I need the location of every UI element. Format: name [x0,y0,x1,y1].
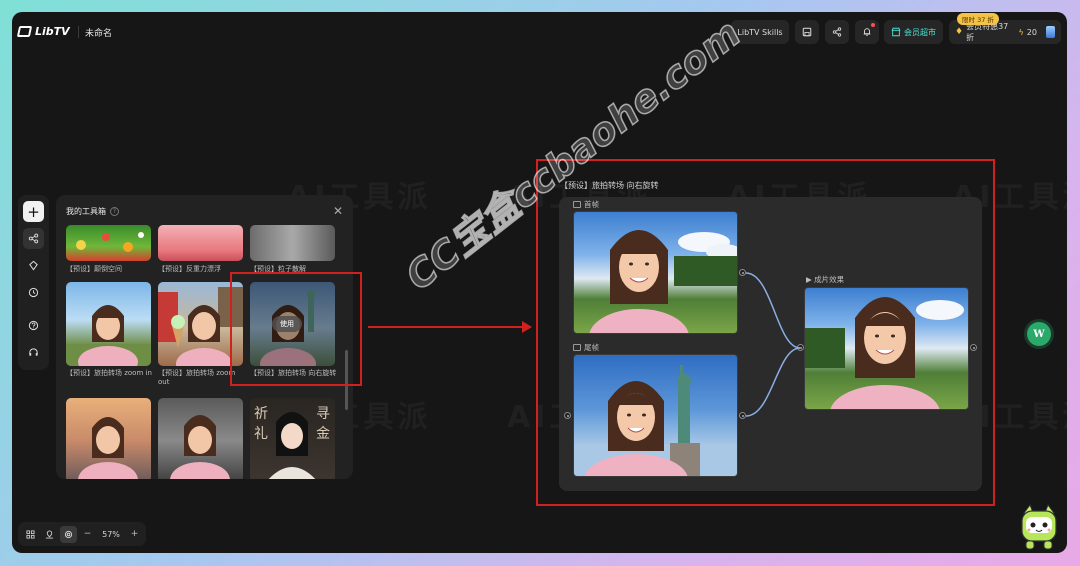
logo-icon [16,26,33,37]
history-button[interactable] [23,282,44,303]
girl-selfie-image [66,305,151,366]
header-divider [78,26,79,38]
toolbox-header: 我的工具箱 ? [66,206,119,217]
svg-text:寻: 寻 [316,406,330,422]
preset-label: 【预设】旅拍转场 zoom in [66,369,152,377]
snap-button[interactable] [60,525,77,543]
member-market-button[interactable]: 会员超市 [884,20,943,44]
save-button[interactable] [795,20,819,44]
floating-widget-button[interactable]: W [1027,322,1051,346]
fingerprint-icon [64,530,73,538]
plus-icon: + [130,529,139,539]
app-name: LibTV [35,25,70,38]
preset-thumbnail[interactable] [250,225,335,261]
add-node-button[interactable]: + [23,201,44,222]
annotation-box-canvas [536,159,995,506]
preset-label: 【预设】颠倒空间 [66,265,122,273]
save-icon [802,27,812,37]
bottom-toolbar: − 57% + [18,522,146,546]
workflow-icon [28,233,39,244]
annotation-arrow-head [522,321,532,333]
close-icon[interactable]: ✕ [333,204,343,218]
girl-car-image [170,415,230,479]
preset-thumbnail[interactable] [158,398,243,479]
preset-thumbnail[interactable] [66,398,151,479]
promo-badge: 限时 37 折 [957,13,999,25]
question-icon [28,320,39,331]
mascot-icon[interactable] [1016,503,1062,553]
bolt-icon: ϟ [1018,27,1024,37]
share-button[interactable] [825,20,849,44]
minus-icon: − [83,529,92,539]
assets-button[interactable] [23,255,44,276]
help-icon[interactable]: ? [110,207,119,216]
headset-icon [29,348,38,356]
document-title[interactable]: 未命名 [85,26,112,39]
preset-thumbnail[interactable] [66,282,151,366]
location-icon [45,529,54,539]
share-icon [832,27,842,37]
grid-icon [26,529,35,539]
annotation-box-preset [230,272,362,386]
preset-thumbnail[interactable]: 祈礼 寻金 [250,398,335,479]
zoom-in-button[interactable]: + [126,526,143,543]
woman-portrait-image: 祈礼 寻金 [254,406,330,479]
support-button[interactable] [23,342,44,363]
map-button[interactable] [41,526,58,543]
toolbox-title: 我的工具箱 [66,207,106,216]
notification-button[interactable] [855,20,879,44]
flowers-illustration [76,232,144,252]
svg-text:礼: 礼 [254,426,268,442]
workflow-button[interactable] [23,228,44,249]
credit-count: 20 [1026,27,1037,37]
left-toolbar: + [18,195,49,370]
app-logo[interactable]: LibTV [16,25,70,38]
preset-thumbnail[interactable] [158,225,243,261]
preset-thumbnail[interactable] [66,225,151,261]
shapes-icon [29,260,38,271]
gem-icon: ♦ [955,27,964,37]
help-button[interactable] [23,315,44,336]
app-window: AI工具派 AI工具派 AI工具派 AI工具派 AI工具派 AI工具派 AI工具… [12,12,1067,553]
zoom-out-button[interactable]: − [79,526,96,543]
clock-icon [28,287,39,298]
bell-icon [863,28,871,36]
plus-icon: + [27,202,40,221]
girl-sunset-image [78,417,138,479]
store-icon [891,27,901,37]
grid-view-button[interactable] [22,526,39,543]
user-avatar[interactable] [1045,26,1055,38]
svg-text:金: 金 [316,426,330,442]
zoom-level: 57% [102,529,120,539]
member-market-label: 会员超市 [904,27,936,37]
svg-text:祈: 祈 [254,406,268,422]
annotation-arrow [368,326,526,328]
notification-dot [871,23,875,27]
